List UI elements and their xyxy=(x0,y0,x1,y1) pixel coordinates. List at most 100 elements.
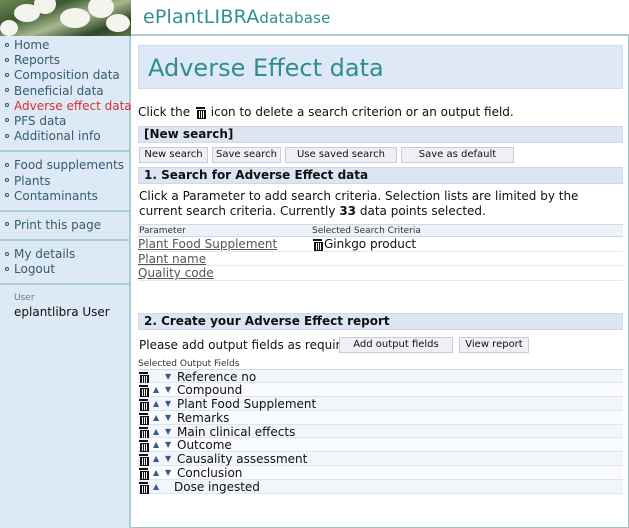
sidebar-item-plants[interactable]: Plants xyxy=(0,174,129,189)
bullet-icon xyxy=(5,222,9,227)
sidebar-item-composition-data[interactable]: Composition data xyxy=(0,68,129,83)
bullet-icon xyxy=(5,88,9,93)
trash-icon[interactable] xyxy=(139,468,149,481)
sidebar-item-pfs-data[interactable]: PFS data xyxy=(0,114,129,129)
bullet-icon xyxy=(5,133,9,138)
page-title-box: Adverse Effect data xyxy=(138,45,623,89)
bullet-icon xyxy=(5,193,9,198)
parameter-link-plant-food-supplement[interactable]: Plant Food Supplement xyxy=(138,237,277,251)
sidebar-item-home[interactable]: Home xyxy=(0,38,129,53)
bullet-icon xyxy=(5,42,9,47)
sidebar-item-contaminants[interactable]: Contaminants xyxy=(0,189,129,204)
move-down-icon[interactable]: ▼ xyxy=(165,468,171,478)
header: ePlantLIBRAdatabase xyxy=(0,0,629,36)
move-up-icon[interactable]: ▲ xyxy=(153,482,159,492)
instruction-text: Click the icon to delete a search criter… xyxy=(138,105,514,119)
output-field-label: Outcome xyxy=(177,438,232,453)
output-field-row: ▲ ▼ Outcome xyxy=(138,438,623,453)
sidebar-item-label: PFS data xyxy=(14,113,67,128)
nav-divider xyxy=(0,150,129,153)
parameter-column-header: Parameter xyxy=(139,226,186,236)
nav-divider xyxy=(0,283,129,286)
move-down-icon[interactable]: ▼ xyxy=(165,385,171,395)
brand-logo: ePlantLIBRAdatabase xyxy=(143,6,331,28)
criteria-value: Ginkgo product xyxy=(311,237,416,251)
sidebar-item-label: Contaminants xyxy=(14,188,98,203)
sidebar-item-label: Beneficial data xyxy=(14,83,104,98)
move-down-icon[interactable]: ▼ xyxy=(165,413,171,423)
move-down-icon[interactable]: ▼ xyxy=(165,440,171,450)
parameter-link-quality-code[interactable]: Quality code xyxy=(138,266,214,280)
sidebar-item-label: Home xyxy=(14,38,50,52)
trash-icon[interactable] xyxy=(139,399,149,412)
bullet-icon xyxy=(5,72,9,77)
sidebar-item-print-this-page[interactable]: Print this page xyxy=(0,218,129,233)
move-up-icon[interactable]: ▲ xyxy=(153,427,159,437)
sidebar-item-label: Food supplements xyxy=(14,158,125,173)
move-up-icon[interactable]: ▲ xyxy=(153,454,159,464)
output-fields-list: ▼ Reference no ▲ ▼ Compound ▲ ▼ Plant Food Supp… xyxy=(138,369,623,494)
move-down-icon[interactable]: ▼ xyxy=(165,399,171,409)
bullet-icon xyxy=(5,266,9,271)
sidebar-item-label: My details xyxy=(14,247,76,262)
save-as-default-button[interactable]: Save as default xyxy=(401,147,514,163)
output-fields-header: Selected Output Fields xyxy=(138,359,623,370)
use-saved-search-button[interactable]: Use saved search xyxy=(285,147,397,163)
output-field-row: ▲ ▼ Conclusion xyxy=(138,466,623,481)
bullet-icon xyxy=(5,162,9,167)
move-down-icon[interactable]: ▼ xyxy=(165,454,171,464)
sidebar-item-label: Adverse effect data xyxy=(14,98,132,113)
output-field-label: Dose ingested xyxy=(174,479,260,494)
sidebar-item-reports[interactable]: Reports xyxy=(0,53,129,68)
move-down-icon[interactable]: ▼ xyxy=(165,372,171,382)
bullet-icon xyxy=(5,103,9,108)
add-output-fields-button[interactable]: Add output fields xyxy=(339,336,453,353)
sidebar-item-logout[interactable]: Logout xyxy=(0,262,129,277)
output-field-row: ▲ Dose ingested xyxy=(138,479,623,494)
output-field-row: ▲ ▼ Causality assessment xyxy=(138,452,623,467)
trash-icon[interactable] xyxy=(139,426,149,439)
bullet-icon xyxy=(5,251,9,256)
bullet-icon xyxy=(5,118,9,123)
output-field-label: Causality assessment xyxy=(177,452,308,467)
view-report-button[interactable]: View report xyxy=(459,336,529,353)
sidebar-item-label: Logout xyxy=(14,262,56,277)
move-up-icon[interactable]: ▲ xyxy=(153,385,159,395)
sidebar-item-label: Reports xyxy=(14,53,61,68)
sidebar-item-adverse-effect-data[interactable]: Adverse effect data xyxy=(0,98,132,114)
move-up-icon[interactable]: ▲ xyxy=(153,399,159,409)
trash-icon[interactable] xyxy=(139,412,149,425)
move-up-icon[interactable]: ▲ xyxy=(153,440,159,450)
logo-photo xyxy=(0,0,131,36)
save-search-button[interactable]: Save search xyxy=(212,147,281,163)
output-field-row: ▼ Reference no xyxy=(138,369,623,384)
criteria-list: Plant Food Supplement Ginkgo product Plant… xyxy=(138,237,623,281)
move-up-icon[interactable]: ▲ xyxy=(153,468,159,478)
output-field-label: Conclusion xyxy=(177,466,243,481)
trash-icon[interactable] xyxy=(139,371,149,384)
sidebar-item-food-supplements[interactable]: Food supplements xyxy=(0,158,129,173)
output-field-label: Main clinical effects xyxy=(177,424,296,439)
sidebar-item-label: Print this page xyxy=(14,217,102,232)
sidebar-item-label: Plants xyxy=(14,173,51,188)
sidebar-item-my-details[interactable]: My details xyxy=(0,247,129,262)
trash-icon[interactable] xyxy=(139,454,149,467)
output-field-row: ▲ ▼ Main clinical effects xyxy=(138,424,623,439)
search-description: Click a Parameter to add search criteria… xyxy=(139,189,579,218)
sidebar-item-label: Additional info xyxy=(14,129,101,144)
trash-icon[interactable] xyxy=(313,239,323,251)
new-search-button[interactable]: New search xyxy=(139,147,208,163)
section-report-title: 2. Create your Adverse Effect report xyxy=(138,312,623,330)
trash-icon[interactable] xyxy=(139,481,149,494)
move-down-icon[interactable]: ▼ xyxy=(165,427,171,437)
sidebar-item-beneficial-data[interactable]: Beneficial data xyxy=(0,84,129,99)
parameter-link-plant-name[interactable]: Plant name xyxy=(138,252,206,266)
output-field-label: Remarks xyxy=(177,410,230,425)
new-search-bar: [New search] xyxy=(138,126,623,143)
user-label: User xyxy=(14,293,35,304)
sidebar-item-additional-info[interactable]: Additional info xyxy=(0,129,129,144)
trash-icon[interactable] xyxy=(139,385,149,398)
output-field-row: ▲ ▼ Remarks xyxy=(138,410,623,425)
move-up-icon[interactable]: ▲ xyxy=(153,413,159,423)
trash-icon[interactable] xyxy=(139,440,149,453)
